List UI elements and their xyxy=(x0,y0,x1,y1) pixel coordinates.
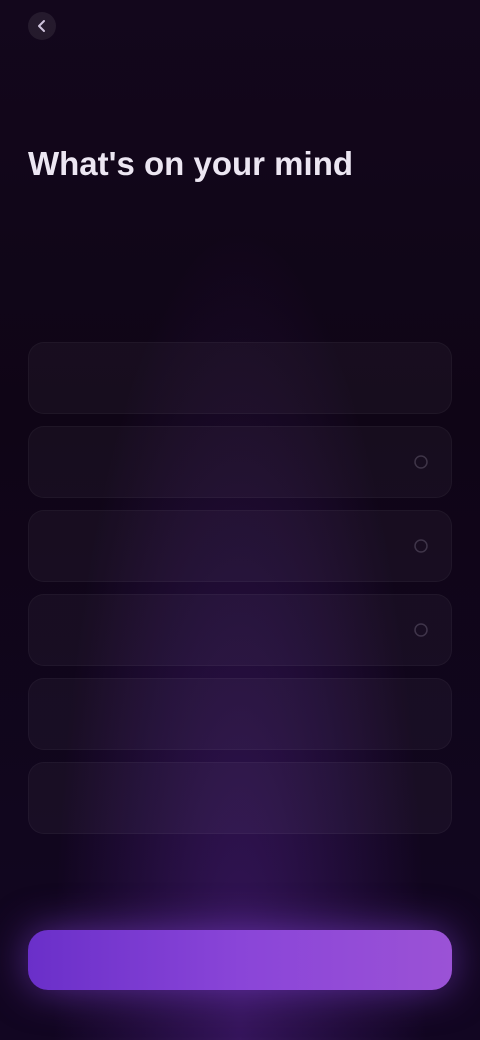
chevron-left-icon xyxy=(38,20,45,32)
option-item[interactable] xyxy=(28,678,452,750)
continue-button[interactable] xyxy=(28,930,452,990)
option-item[interactable] xyxy=(28,510,452,582)
progress-label xyxy=(150,74,250,92)
back-button[interactable] xyxy=(28,12,56,40)
radio-icon xyxy=(414,539,428,553)
header-row xyxy=(0,66,480,100)
top-bar xyxy=(0,0,480,56)
option-item[interactable] xyxy=(28,426,452,498)
radio-icon xyxy=(414,455,428,469)
radio-icon xyxy=(414,623,428,637)
option-item[interactable] xyxy=(28,762,452,834)
option-list xyxy=(28,342,452,846)
title-main: What's on your mind xyxy=(28,145,354,182)
onboarding-screen: What's on your mind xyxy=(0,0,480,1040)
option-item[interactable] xyxy=(28,342,452,414)
option-item[interactable] xyxy=(28,594,452,666)
page-title: What's on your mind xyxy=(28,140,428,188)
